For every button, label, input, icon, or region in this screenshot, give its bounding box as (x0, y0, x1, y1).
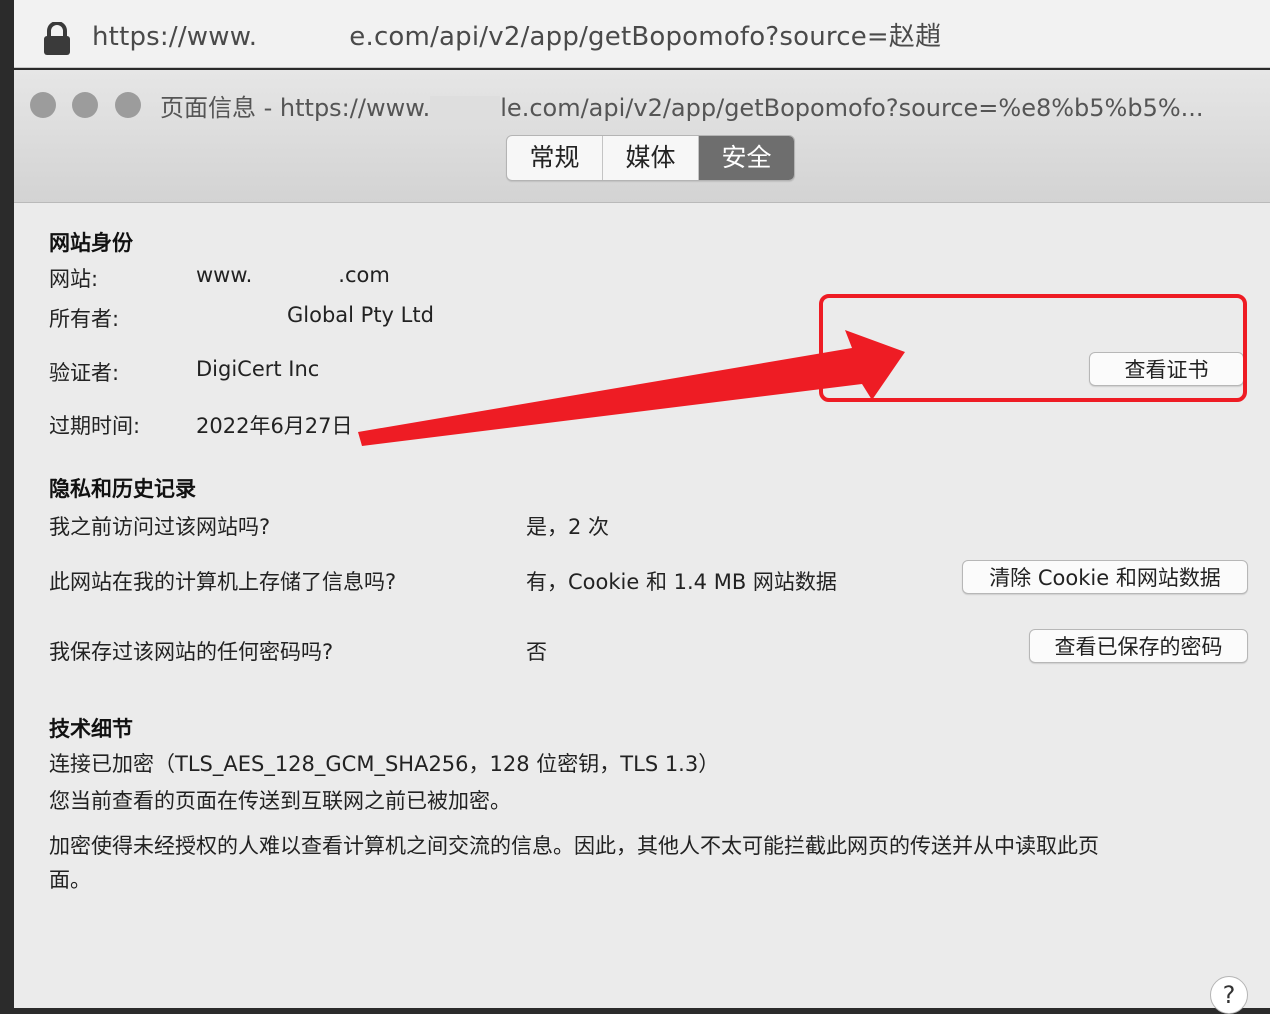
url-suffix: e.com/api/v2/app/getBopomofo?source=赵趙 (349, 22, 942, 52)
encryption-explanation-end: 面。 (49, 868, 91, 892)
url-prefix: https://www. (92, 22, 258, 52)
site-value: www. .com (196, 263, 390, 287)
site-value-prefix: www. (196, 263, 253, 287)
expiry-value: 2022年6月27日 (196, 414, 353, 438)
annotation-highlight-box (819, 294, 1247, 402)
help-button[interactable]: ? (1210, 976, 1248, 1014)
url-text[interactable]: https://www. e.com/api/v2/app/getBopomofo… (92, 16, 941, 53)
lock-icon (44, 22, 70, 55)
window-title-suffix: le.com/api/v2/app/getBopomofo?source=%e8… (500, 94, 1204, 122)
clear-cookies-button[interactable]: 清除 Cookie 和网站数据 (962, 560, 1248, 594)
verifier-value: DigiCert Inc (196, 357, 320, 381)
tls-details: 连接已加密（TLS_AES_128_GCM_SHA256，128 位密钥，TLS… (49, 752, 720, 776)
tab-media[interactable]: 媒体 (603, 136, 699, 180)
site-label: 网站: (49, 267, 99, 291)
redacted-region (257, 23, 350, 52)
owner-label: 所有者: (49, 307, 120, 331)
redacted-region (252, 265, 339, 287)
view-saved-passwords-button[interactable]: 查看已保存的密码 (1029, 629, 1248, 663)
tab-security[interactable]: 安全 (699, 136, 794, 180)
window-title: 页面信息 - https://www. le.com/api/v2/app/get… (160, 88, 1260, 123)
redacted-region (430, 96, 501, 122)
title-bar: 页面信息 - https://www. le.com/api/v2/app/get… (14, 70, 1270, 203)
visited-question: 我之前访问过该网站吗? (49, 515, 271, 539)
stored-info-answer: 有，Cookie 和 1.4 MB 网站数据 (526, 570, 837, 594)
saved-passwords-answer: 否 (526, 640, 547, 664)
tab-general[interactable]: 常规 (507, 136, 603, 180)
encryption-explanation: 加密使得未经授权的人难以查看计算机之间交流的信息。因此，其他人不太可能拦截此网页… (49, 834, 1099, 858)
close-window-button[interactable] (30, 92, 56, 118)
zoom-window-button[interactable] (115, 92, 141, 118)
tab-bar: 常规 媒体 安全 (506, 135, 795, 181)
address-bar[interactable]: https://www. e.com/api/v2/app/getBopomofo… (14, 0, 1270, 68)
stored-info-question: 此网站在我的计算机上存储了信息吗? (49, 570, 397, 594)
encryption-note: 您当前查看的页面在传送到互联网之前已被加密。 (49, 789, 511, 813)
privacy-heading: 隐私和历史记录 (49, 477, 196, 501)
identity-heading: 网站身份 (49, 231, 133, 255)
security-panel: 网站身份 网站: www. .com 所有者: Global Pty Ltd 验证… (14, 203, 1270, 1014)
saved-passwords-question: 我保存过该网站的任何密码吗? (49, 640, 334, 664)
owner-value-text: Global Pty Ltd (287, 303, 434, 327)
technical-heading: 技术细节 (49, 717, 133, 741)
site-value-suffix: .com (338, 263, 390, 287)
window-title-prefix: 页面信息 - https://www. (160, 94, 431, 122)
verifier-label: 验证者: (49, 361, 120, 385)
page-info-window: 页面信息 - https://www. le.com/api/v2/app/get… (14, 70, 1270, 1014)
owner-value: Global Pty Ltd (196, 303, 434, 327)
expiry-label: 过期时间: (49, 414, 141, 438)
redacted-region (196, 305, 287, 327)
visited-answer: 是，2 次 (526, 515, 610, 539)
minimize-window-button[interactable] (72, 92, 98, 118)
